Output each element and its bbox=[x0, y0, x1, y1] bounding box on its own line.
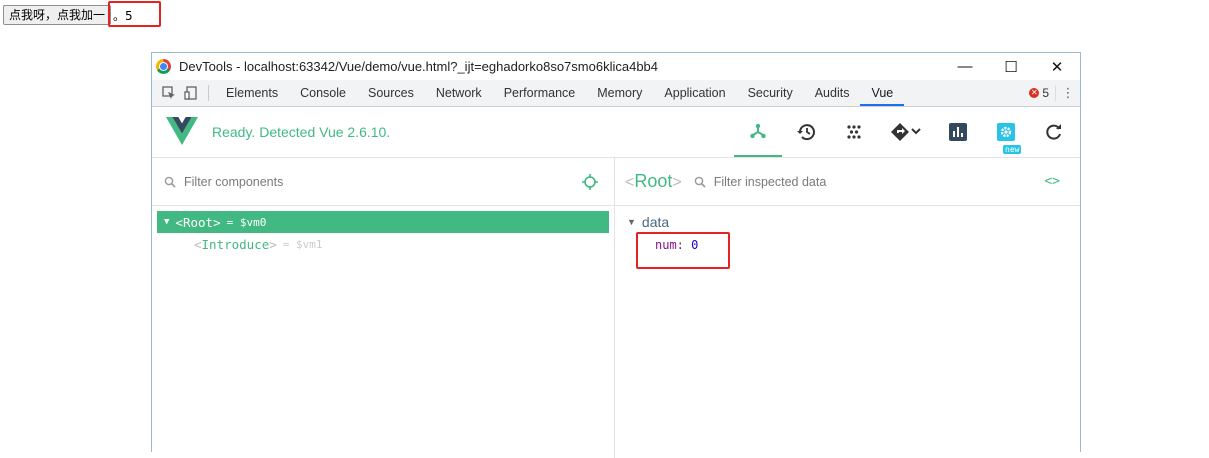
events-button[interactable] bbox=[878, 107, 934, 157]
error-count-badge[interactable]: ✕ 5 bbox=[1029, 86, 1055, 100]
search-icon bbox=[164, 176, 176, 188]
search-icon bbox=[694, 176, 706, 188]
tab-audits[interactable]: Audits bbox=[804, 80, 861, 106]
error-icon: ✕ bbox=[1029, 88, 1040, 98]
components-pane: Filter components ▼ <Root> = $vm0 <Intro… bbox=[152, 158, 615, 458]
vue-panes: Filter components ▼ <Root> = $vm0 <Intro… bbox=[152, 158, 1080, 458]
tab-vue[interactable]: Vue bbox=[860, 80, 905, 106]
vue-status: Ready. Detected Vue 2.6.10. bbox=[212, 124, 391, 140]
vm-ref: = $vm1 bbox=[282, 237, 323, 251]
filter-components-input[interactable]: Filter components bbox=[184, 175, 582, 189]
refresh-button[interactable] bbox=[1030, 107, 1078, 157]
component-tree: ▼ <Root> = $vm0 <Introduce> = $vm1 bbox=[152, 206, 614, 255]
component-name: <Introduce> bbox=[194, 236, 277, 252]
tab-application[interactable]: Application bbox=[653, 80, 736, 106]
new-badge: new bbox=[1003, 145, 1022, 154]
tree-node-introduce[interactable]: <Introduce> = $vm1 bbox=[152, 233, 614, 255]
vm-ref: = $vm0 bbox=[226, 215, 267, 229]
data-section-header[interactable]: ▼ data bbox=[627, 214, 1080, 230]
devtools-window: DevTools - localhost:63342/Vue/demo/vue.… bbox=[151, 52, 1081, 458]
title-bar: DevTools - localhost:63342/Vue/demo/vue.… bbox=[152, 53, 1080, 80]
tab-elements[interactable]: Elements bbox=[215, 80, 289, 106]
inspect-element-icon[interactable] bbox=[158, 82, 180, 104]
tab-console[interactable]: Console bbox=[289, 80, 357, 106]
vue-logo-icon bbox=[166, 116, 198, 148]
performance-icon bbox=[949, 123, 967, 141]
inspector-pane: <Root> Filter inspected data <> ▼ data n… bbox=[615, 158, 1080, 458]
inspector-filter-bar: <Root> Filter inspected data <> bbox=[615, 158, 1080, 206]
devtools-tabbar: Elements Console Sources Network Perform… bbox=[152, 80, 1080, 107]
more-options-icon[interactable]: ⋮ bbox=[1055, 85, 1080, 101]
add-one-button-label: 点我呀，点我加一 bbox=[9, 8, 106, 22]
error-count: 5 bbox=[1042, 86, 1049, 100]
highlight-box bbox=[636, 232, 730, 269]
components-icon bbox=[750, 123, 766, 139]
maximize-icon[interactable]: ☐ bbox=[988, 58, 1034, 76]
tab-memory[interactable]: Memory bbox=[586, 80, 653, 106]
toolbar-divider bbox=[208, 85, 209, 101]
settings-button[interactable]: new bbox=[982, 107, 1030, 157]
component-name: <Root> bbox=[175, 214, 221, 230]
inspected-component-title: <Root> bbox=[625, 171, 682, 191]
close-icon[interactable]: ✕ bbox=[1034, 58, 1080, 76]
tab-network[interactable]: Network bbox=[425, 80, 493, 106]
collapse-arrow-icon[interactable]: ▼ bbox=[627, 217, 636, 227]
vue-toolbar: Ready. Detected Vue 2.6.10. new bbox=[152, 107, 1080, 158]
select-component-icon[interactable] bbox=[582, 173, 598, 190]
tab-performance[interactable]: Performance bbox=[493, 80, 587, 106]
tab-security[interactable]: Security bbox=[737, 80, 804, 106]
inspect-dom-icon[interactable]: <> bbox=[1044, 174, 1060, 189]
vuex-button[interactable] bbox=[830, 107, 878, 157]
component-filter-bar: Filter components bbox=[152, 158, 614, 206]
expand-arrow-icon[interactable]: ▼ bbox=[164, 217, 169, 227]
history-button[interactable] bbox=[782, 107, 830, 157]
tab-sources[interactable]: Sources bbox=[357, 80, 425, 106]
history-icon bbox=[797, 124, 815, 141]
highlight-box bbox=[108, 1, 161, 27]
components-button[interactable] bbox=[734, 107, 782, 157]
window-title: DevTools - localhost:63342/Vue/demo/vue.… bbox=[179, 59, 659, 74]
data-section-label: data bbox=[641, 214, 670, 230]
settings-icon bbox=[997, 123, 1015, 141]
chrome-logo-icon bbox=[156, 59, 171, 74]
events-icon bbox=[891, 123, 921, 141]
add-one-button[interactable]: 点我呀，点我加一 bbox=[3, 5, 112, 25]
filter-data-input[interactable]: Filter inspected data bbox=[714, 175, 1045, 189]
minimize-icon[interactable]: — bbox=[942, 58, 988, 75]
device-toolbar-icon[interactable] bbox=[180, 82, 202, 104]
tree-node-root[interactable]: ▼ <Root> = $vm0 bbox=[157, 211, 609, 233]
refresh-icon bbox=[1046, 124, 1061, 140]
vuex-icon bbox=[847, 125, 861, 139]
performance-button[interactable] bbox=[934, 107, 982, 157]
